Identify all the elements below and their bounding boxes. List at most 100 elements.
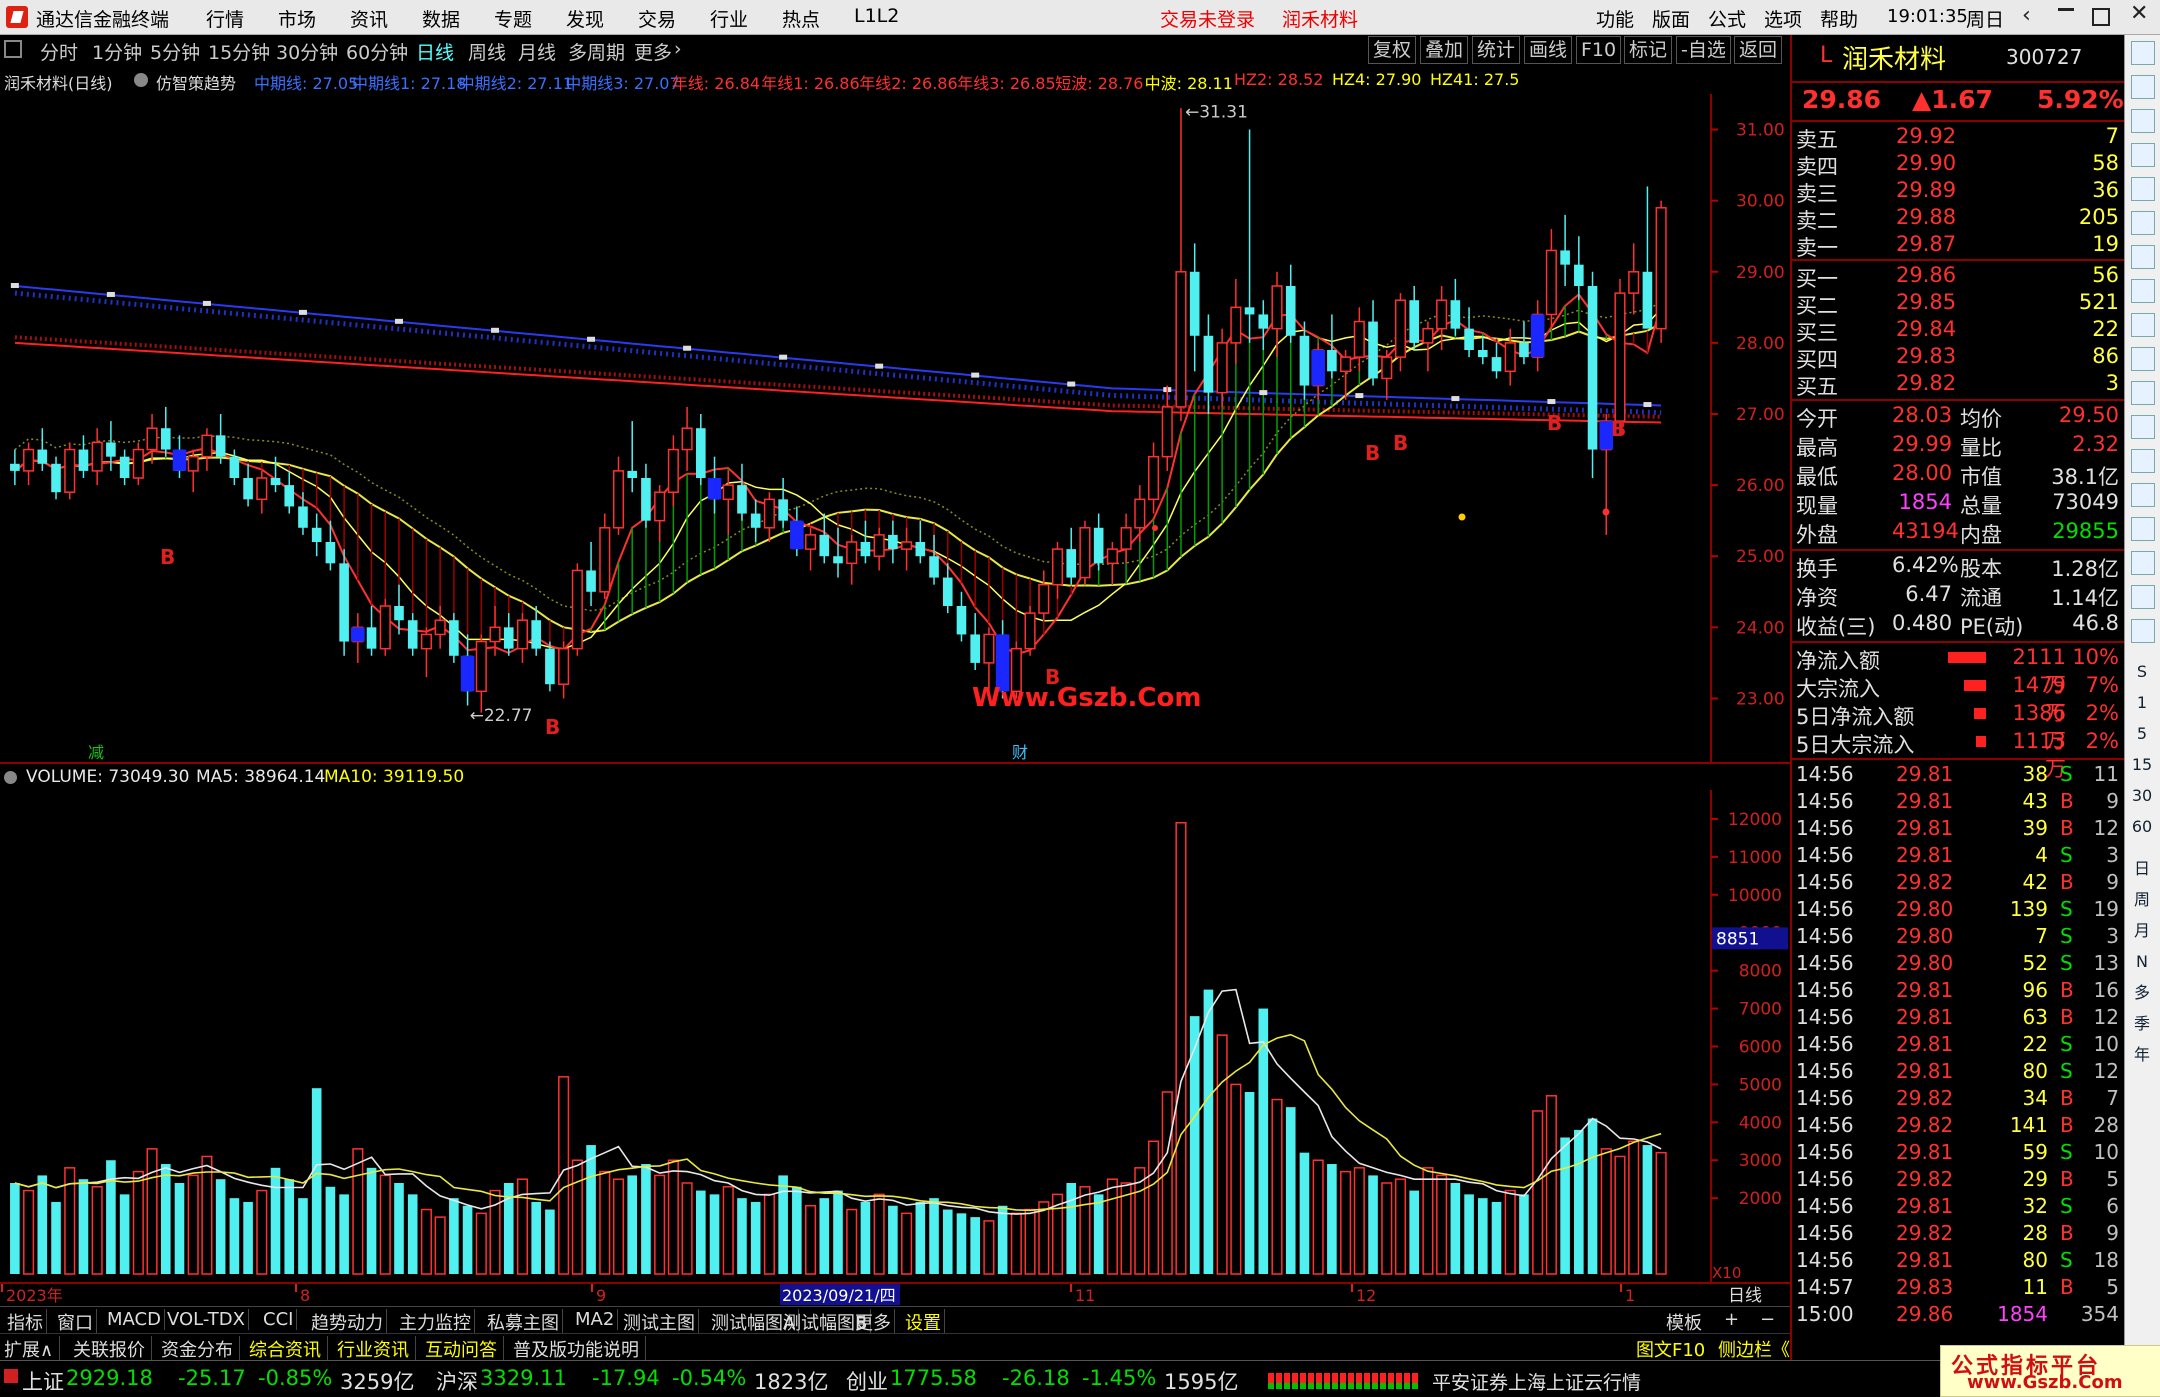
settings-gear-icon[interactable]: [4, 771, 17, 784]
bid-row[interactable]: 买二 29.85 521: [1792, 289, 2125, 318]
tick-row[interactable]: 14:56 29.81 32 S 6: [1792, 1193, 2125, 1220]
sidebar-period-label[interactable]: 30: [2131, 785, 2153, 807]
ask-row[interactable]: 卖三 29.89 36: [1792, 177, 2125, 206]
extension-tab[interactable]: 行业资讯: [337, 1336, 416, 1362]
period-tab[interactable]: 15分钟: [208, 38, 270, 65]
toolbar-button[interactable]: 标记: [1624, 36, 1673, 64]
panel-toggle-icon[interactable]: [4, 40, 22, 58]
sidebar-period-label[interactable]: 年: [2131, 1044, 2153, 1066]
settings-gear-icon[interactable]: [134, 73, 148, 87]
sidebar-period-label[interactable]: 周: [2131, 889, 2153, 911]
template-button[interactable]: 模板: [1666, 1309, 1702, 1335]
tick-row[interactable]: 14:56 29.81 80 S 18: [1792, 1247, 2125, 1274]
list-icon[interactable]: [2131, 177, 2155, 201]
indicator-tab[interactable]: CCI: [260, 1309, 298, 1330]
table-icon[interactable]: [2131, 347, 2155, 371]
stat-row[interactable]: 收益(三) 0.480 PE(动) 46.8: [1792, 610, 2125, 639]
chip-icon[interactable]: [2131, 449, 2155, 473]
menu-item[interactable]: 市场: [278, 5, 316, 32]
stat-row[interactable]: 外盘 43194 内盘 29855: [1792, 518, 2125, 547]
indicator-tab[interactable]: 设置: [902, 1309, 945, 1335]
stock-tab[interactable]: 润禾材料: [1282, 5, 1358, 32]
extension-tab[interactable]: 资金分布: [161, 1336, 240, 1362]
menu-item[interactable]: 功能: [1596, 5, 1634, 32]
menu-item[interactable]: 交易: [638, 5, 676, 32]
tick-row[interactable]: 14:56 29.82 34 B 7: [1792, 1085, 2125, 1112]
period-tab[interactable]: 分时: [40, 38, 78, 65]
pen-icon[interactable]: [2131, 585, 2155, 609]
tick-row[interactable]: 14:57 29.83 11 B 5: [1792, 1274, 2125, 1301]
toolbar-button[interactable]: 画线: [1524, 36, 1573, 64]
tick-row[interactable]: 14:56 29.80 52 S 13: [1792, 950, 2125, 977]
toolbar-button[interactable]: F10: [1576, 36, 1622, 64]
fund-flow-row[interactable]: 5日大宗流入 1113万 2%: [1792, 728, 2125, 781]
kline-icon[interactable]: [2131, 245, 2155, 269]
extension-tab[interactable]: 普及版功能说明: [513, 1336, 646, 1362]
volume-chart[interactable]: 1200011000100009000800070006000500040003…: [0, 790, 1790, 1282]
sidebar-period-label[interactable]: 15: [2131, 754, 2153, 776]
broker-server[interactable]: 平安证券上海上证云行情: [1432, 1368, 1641, 1395]
period-tab[interactable]: 60分钟: [346, 38, 408, 65]
indicator-tab[interactable]: 窗口: [54, 1309, 97, 1335]
sidebar-period-label[interactable]: 5: [2131, 723, 2153, 745]
up-arrow-icon[interactable]: [2131, 75, 2155, 99]
period-tab[interactable]: 月线: [518, 38, 556, 65]
rsi-icon[interactable]: [2131, 517, 2155, 541]
indicator-tab[interactable]: 私募主图: [484, 1309, 563, 1335]
period-tab[interactable]: 多周期: [568, 38, 625, 65]
period-tab[interactable]: 更多: [634, 38, 672, 65]
bid-row[interactable]: 买五 29.82 3: [1792, 370, 2125, 399]
toolbar-button[interactable]: 返回: [1734, 36, 1783, 64]
menu-item[interactable]: 行情: [206, 5, 244, 32]
tick-row[interactable]: 14:56 29.81 4 S 3: [1792, 842, 2125, 869]
period-tab-selected[interactable]: 日线: [416, 38, 454, 65]
index-name[interactable]: 创业: [846, 1366, 888, 1396]
chevron-right-icon[interactable]: ›: [674, 38, 682, 60]
stat-row[interactable]: 换手 6.42% 股本 1.28亿: [1792, 552, 2125, 581]
indicator-tab[interactable]: 指标: [4, 1309, 47, 1335]
calendar-icon[interactable]: [2131, 279, 2155, 303]
chart-icon[interactable]: [2131, 211, 2155, 235]
extension-tab[interactable]: 综合资讯: [249, 1336, 328, 1362]
sidebar-toggle-button[interactable]: 侧边栏《: [1718, 1336, 1790, 1362]
tick-row[interactable]: 14:56 29.80 139 S 19: [1792, 896, 2125, 923]
menu-item[interactable]: 帮助: [1820, 5, 1858, 32]
menu-item[interactable]: 发现: [566, 5, 604, 32]
sidebar-period-label[interactable]: 多: [2131, 982, 2153, 1004]
kline-chart[interactable]: 31.00 30.00 29.00 28.00 27.00 26.00 25.00 24.00…: [0, 94, 1790, 764]
menu-item[interactable]: L1L2: [854, 5, 899, 27]
sidebar-period-label[interactable]: S: [2131, 661, 2153, 683]
period-tab[interactable]: 5分钟: [150, 38, 200, 65]
sidebar-period-label[interactable]: 60: [2131, 816, 2153, 838]
fund-flow-row[interactable]: 净流入额 2111万 10%: [1792, 644, 2125, 697]
stat-row[interactable]: 净资 6.47 流通 1.14亿: [1792, 581, 2125, 610]
ask-row[interactable]: 卖四 29.90 58: [1792, 150, 2125, 179]
extension-tab[interactable]: 扩展∧: [4, 1336, 61, 1362]
tick-row[interactable]: 14:56 29.81 80 S 12: [1792, 1058, 2125, 1085]
restore-icon[interactable]: [2092, 8, 2110, 26]
add-pane-button[interactable]: +: [1724, 1309, 1739, 1330]
sidebar-period-label[interactable]: 日: [2131, 858, 2153, 880]
f10-button[interactable]: 图文F10: [1636, 1336, 1705, 1362]
level2-icon[interactable]: [2131, 381, 2155, 405]
indicator-tab[interactable]: 趋势动力: [308, 1309, 387, 1335]
period-tab[interactable]: 30分钟: [276, 38, 338, 65]
ask-row[interactable]: 卖一 29.87 19: [1792, 231, 2125, 260]
indicator-tab[interactable]: 测试主图: [620, 1309, 699, 1335]
toolbar-button[interactable]: 复权: [1368, 36, 1417, 64]
period-tab[interactable]: 周线: [468, 38, 506, 65]
toolbar-button[interactable]: 叠加: [1420, 36, 1469, 64]
bid-row[interactable]: 买一 29.86 56: [1792, 262, 2125, 291]
extension-tab[interactable]: 互动问答: [425, 1336, 504, 1362]
sidebar-period-label[interactable]: 1: [2131, 692, 2153, 714]
remove-pane-button[interactable]: −: [1760, 1309, 1775, 1330]
toolbar-button[interactable]: -自选: [1676, 36, 1731, 64]
tick-row[interactable]: 14:56 29.82 141 B 28: [1792, 1112, 2125, 1139]
sidebar-period-label[interactable]: N: [2131, 951, 2153, 973]
sidebar-period-label[interactable]: 月: [2131, 920, 2153, 942]
tick-row[interactable]: 14:56 29.81 22 S 10: [1792, 1031, 2125, 1058]
tick-row[interactable]: 14:56 29.81 38 S 11: [1792, 761, 2125, 788]
cross-icon[interactable]: [2131, 551, 2155, 575]
menu-item[interactable]: 行业: [710, 5, 748, 32]
indicator-tab[interactable]: 主力监控: [396, 1309, 475, 1335]
